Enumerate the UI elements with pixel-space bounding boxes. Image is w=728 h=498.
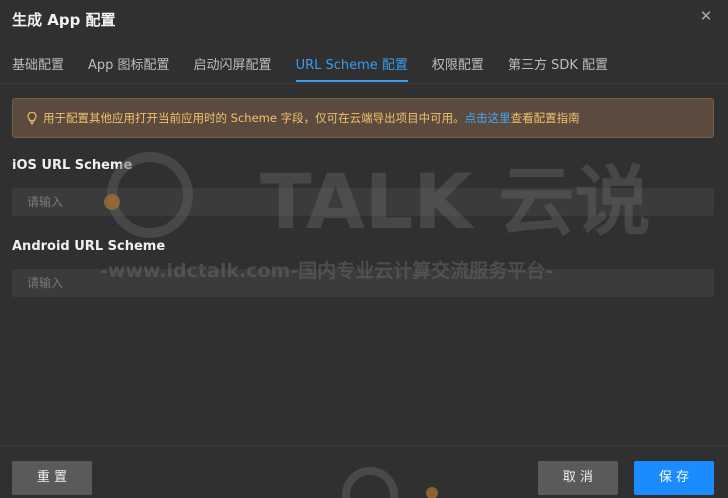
tab-splash-config[interactable]: 启动闪屏配置 <box>194 56 272 82</box>
tab-url-scheme-config[interactable]: URL Scheme 配置 <box>295 56 409 82</box>
tab-divider <box>0 83 728 84</box>
cancel-button[interactable]: 取 消 <box>538 461 618 495</box>
app-config-dialog: 生成 App 配置 ✕ 基础配置 App 图标配置 启动闪屏配置 URL Sch… <box>0 0 728 498</box>
tab-permission-config[interactable]: 权限配置 <box>432 56 484 82</box>
android-url-scheme-input[interactable] <box>12 269 714 297</box>
save-button[interactable]: 保 存 <box>634 461 714 495</box>
bulb-icon <box>27 111 37 125</box>
reset-button[interactable]: 重 置 <box>12 461 92 495</box>
ios-url-scheme-input[interactable] <box>12 188 714 216</box>
close-icon[interactable]: ✕ <box>698 8 714 24</box>
guide-link[interactable]: 点击这里 <box>465 110 511 126</box>
dialog-title: 生成 App 配置 <box>12 11 116 29</box>
footer-divider <box>0 445 728 446</box>
tab-third-party-sdk-config[interactable]: 第三方 SDK 配置 <box>508 56 608 82</box>
tab-basic-config[interactable]: 基础配置 <box>12 56 64 82</box>
android-url-scheme-label: Android URL Scheme <box>12 239 166 254</box>
notice-banner: 用于配置其他应用打开当前应用时的 Scheme 字段，仅可在云端导出项目中可用。… <box>12 98 714 138</box>
notice-text: 用于配置其他应用打开当前应用时的 Scheme 字段，仅可在云端导出项目中可用。 <box>43 111 465 125</box>
tab-bar: 基础配置 App 图标配置 启动闪屏配置 URL Scheme 配置 权限配置 … <box>12 56 632 82</box>
ios-url-scheme-label: iOS URL Scheme <box>12 158 133 173</box>
tab-app-icon-config[interactable]: App 图标配置 <box>88 56 170 82</box>
notice-suffix: 查看配置指南 <box>510 111 580 125</box>
